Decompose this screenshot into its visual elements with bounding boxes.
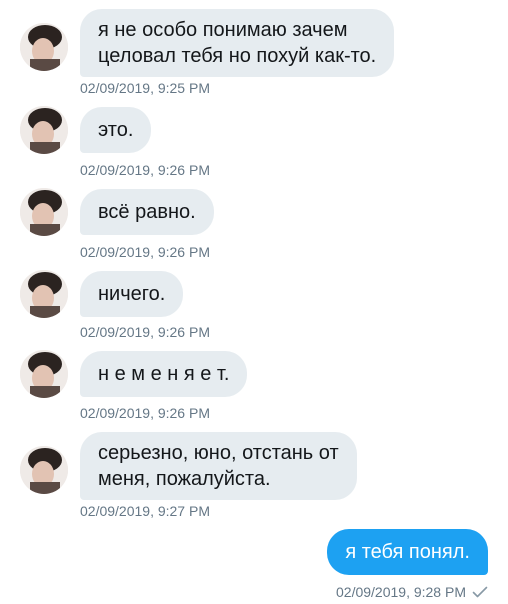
avatar[interactable] [20, 106, 68, 154]
message-text: я не особо понимаю зачем [98, 19, 348, 41]
message-text: ничего. [98, 283, 166, 305]
message-bubble: н е м е н я е т. [80, 351, 248, 397]
message-bubble: ничего. [80, 271, 184, 317]
message-bubble: я не особо понимаю зачем целовал тебя но… [80, 9, 395, 77]
message-text: н е м е н я е т. [98, 363, 230, 385]
message-timestamp: 02/09/2019, 9:26 PM [80, 405, 210, 421]
check-icon [472, 586, 488, 598]
message-timestamp: 02/09/2019, 9:25 PM [80, 80, 210, 96]
message-bubble: всё равно. [80, 189, 214, 235]
message-timestamp: 02/09/2019, 9:27 PM [80, 503, 210, 519]
message-timestamp: 02/09/2019, 9:26 PM [80, 162, 210, 178]
message-text: меня, пожалуйста. [98, 468, 271, 490]
message-text: всё равно. [98, 201, 196, 223]
message-bubble: это. [80, 107, 152, 153]
message-timestamp: 02/09/2019, 9:26 PM [80, 324, 210, 340]
dm-conversation: { "messages": [ {"lines": ["я не особо п… [0, 0, 508, 604]
message-bubble: серьезно, юно, отстань от меня, пожалуйс… [80, 432, 357, 500]
message-text: это. [98, 119, 134, 141]
avatar[interactable] [20, 23, 68, 71]
outgoing-message-text: я тебя понял. [345, 541, 470, 563]
outgoing-message-meta: 02/09/2019, 9:28 PM [336, 584, 488, 600]
message-text: серьезно, юно, отстань от [98, 442, 339, 464]
message-text: целовал тебя но похуй как-то. [98, 45, 377, 67]
outgoing-message-bubble: я тебя понял. [327, 529, 488, 575]
avatar[interactable] [20, 350, 68, 398]
outgoing-message-timestamp: 02/09/2019, 9:28 PM [336, 584, 466, 600]
message-timestamp: 02/09/2019, 9:26 PM [80, 244, 210, 260]
avatar[interactable] [20, 270, 68, 318]
avatar[interactable] [20, 188, 68, 236]
avatar[interactable] [20, 446, 68, 494]
